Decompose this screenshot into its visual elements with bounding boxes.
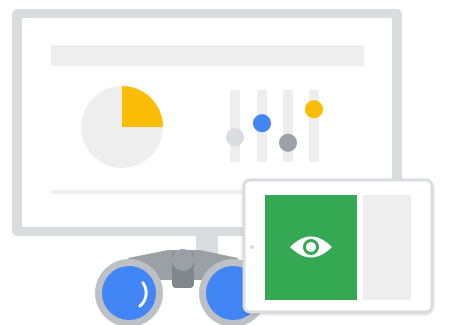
binoculars-left-lens xyxy=(102,266,156,320)
slider-track xyxy=(230,90,240,162)
tablet-side-panel xyxy=(363,195,411,300)
tablet-camera xyxy=(250,245,254,249)
illustration-canvas xyxy=(12,9,434,325)
illustration xyxy=(0,0,467,325)
slider-knob xyxy=(226,128,244,147)
slider-knob xyxy=(253,114,271,133)
pie-chart xyxy=(81,86,163,168)
header-placeholder-bar xyxy=(51,45,364,66)
slider-knob xyxy=(305,100,323,119)
binoculars-icon xyxy=(95,249,267,325)
binoculars-focus-wheel xyxy=(172,249,194,271)
slider-knob xyxy=(279,133,297,152)
tablet xyxy=(242,178,434,314)
